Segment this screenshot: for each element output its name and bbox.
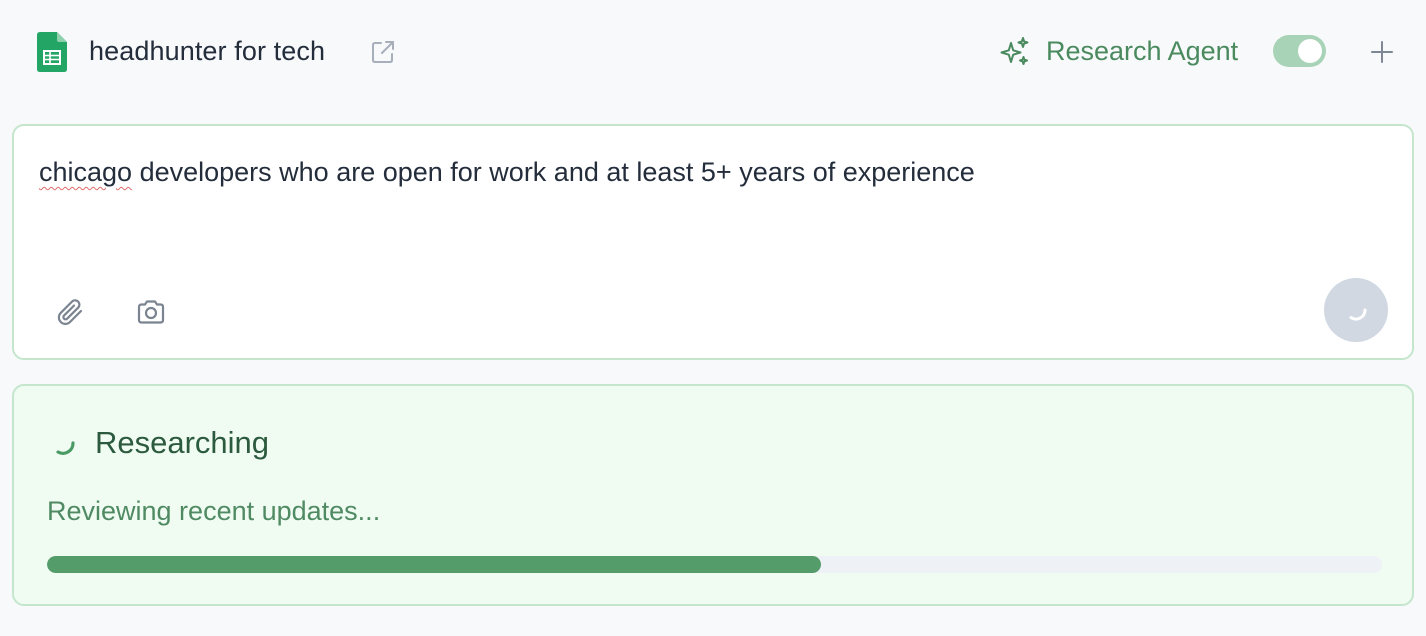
document-title[interactable]: headhunter for tech — [89, 33, 325, 69]
external-link-icon[interactable] — [370, 39, 396, 65]
research-title: Researching — [95, 425, 270, 460]
progress-fill — [47, 556, 822, 573]
paperclip-icon[interactable] — [54, 296, 86, 328]
progress-bar — [47, 556, 1382, 573]
spreadsheet-icon — [37, 32, 67, 72]
query-text-rest: developers who are open for work and at … — [132, 157, 975, 187]
toggle-knob — [1298, 39, 1322, 63]
loading-spinner-icon — [56, 441, 75, 455]
research-status-text: Reviewing recent updates... — [47, 496, 381, 526]
research-agent-label: Research Agent — [1046, 36, 1239, 66]
loading-spinner-icon — [1349, 308, 1367, 321]
query-input[interactable]: chicago developers who are open for work… — [39, 154, 975, 190]
header-bar: headhunter for tech Research Agent — [0, 0, 1426, 104]
research-status-panel: Researching Reviewing recent updates... — [12, 384, 1414, 606]
submit-button[interactable] — [1324, 278, 1388, 342]
research-agent-toggle[interactable] — [1273, 35, 1326, 67]
sparkles-icon — [1000, 37, 1029, 65]
camera-icon[interactable] — [135, 296, 167, 328]
query-input-box[interactable]: chicago developers who are open for work… — [12, 124, 1414, 360]
plus-icon[interactable] — [1369, 39, 1395, 65]
query-text-misspelled-word: chicago — [39, 157, 133, 187]
